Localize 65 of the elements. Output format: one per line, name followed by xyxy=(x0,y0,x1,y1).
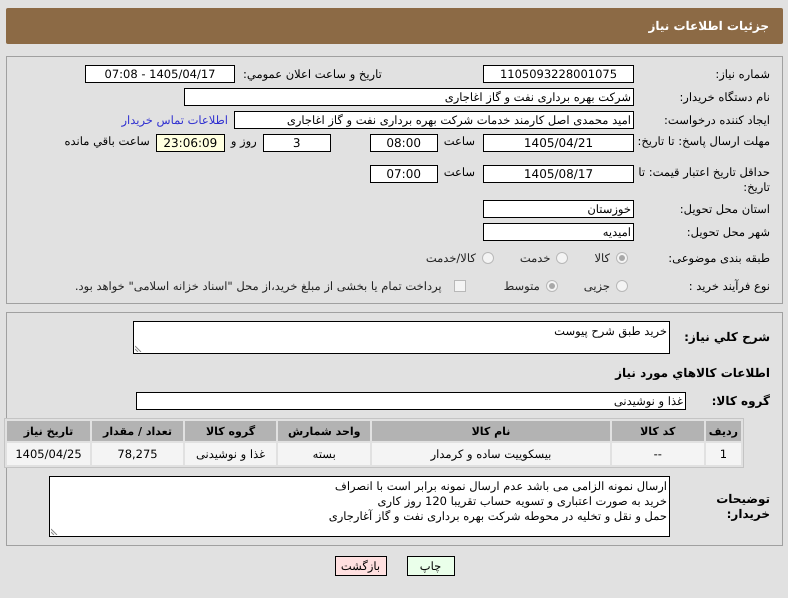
remaining-label: ساعت باقي مانده xyxy=(64,134,150,148)
radio-button[interactable] xyxy=(482,252,494,264)
table-cell: غذا و نوشیدنی xyxy=(184,443,276,465)
table-cell: 78,275 xyxy=(92,443,183,465)
column-header: نام کالا xyxy=(372,421,610,441)
field-label: حداقل تاریخ اعتبار قیمت: تا تاریخ: xyxy=(637,165,770,195)
column-header: ردیف xyxy=(706,421,741,441)
section-heading: اطلاعات کالاهاي مورد نیاز xyxy=(614,366,770,380)
radio-option[interactable]: جزیی xyxy=(584,279,628,293)
column-header: تاریخ نیاز xyxy=(7,421,90,441)
time-label: ساعت xyxy=(444,134,475,148)
field-label: شماره نیاز: xyxy=(714,66,770,82)
table-cell: بسته xyxy=(278,443,370,465)
radio-option[interactable]: کالا/خدمت xyxy=(426,251,494,265)
description-textarea[interactable]: خرید طبق شرح پیوست xyxy=(133,321,670,354)
need-number-field: 1105093228001075 xyxy=(483,65,634,83)
field-label: استان محل تحویل: xyxy=(678,202,770,216)
print-button[interactable]: چاپ xyxy=(406,556,454,576)
reply-time-field: 08:00 xyxy=(370,134,438,152)
table-cell: 1405/04/25 xyxy=(7,443,90,465)
column-header: کد کالا xyxy=(612,421,704,441)
requester-field: امید محمدی اصل کارمند خدمات شرکت بهره برداری نفت و گاز اغاجاری xyxy=(234,111,634,129)
field-label: توضیحات خریدار: xyxy=(715,492,770,522)
remaining-time-field: 23:06:09 xyxy=(156,134,225,152)
validity-date-field: 1405/08/17 xyxy=(483,165,634,183)
field-label: مهلت ارسال پاسخ: تا تاریخ: xyxy=(636,134,770,149)
field-label: شرح کلي نیاز: xyxy=(683,330,770,345)
time-label: ساعت xyxy=(444,165,475,179)
reply-date-field: 1405/04/21 xyxy=(483,134,634,152)
radio-button[interactable] xyxy=(546,280,558,292)
field-label: نام دستگاه خریدار: xyxy=(678,90,770,104)
radio-button[interactable] xyxy=(556,252,568,264)
column-header: تعداد / مقدار xyxy=(92,421,183,441)
days-field: 3 xyxy=(262,134,331,152)
field-label: شهر محل تحویل: xyxy=(686,224,770,240)
buyer-org-field: شرکت بهره برداری نفت و گاز اغاجاری xyxy=(184,88,634,106)
column-header: گروه کالا xyxy=(184,421,276,441)
resize-grip-icon[interactable] xyxy=(135,345,142,352)
page-title: جزئیات اطلاعات نیاز xyxy=(648,19,769,33)
table-cell: -- xyxy=(612,443,704,465)
field-label: طبقه بندی موضوعی: xyxy=(667,250,770,266)
field-label: ایجاد کننده درخواست: xyxy=(663,112,770,128)
radio-option[interactable]: متوسط xyxy=(504,279,558,293)
radio-option[interactable]: خدمت xyxy=(520,251,568,265)
radio-button[interactable] xyxy=(616,252,628,264)
days-label: روز و xyxy=(230,134,257,148)
field-label: نوع فرآیند خرید : xyxy=(688,278,770,294)
goods-group-field: غذا و نوشیدنی xyxy=(136,392,686,410)
radio-button[interactable] xyxy=(616,280,628,292)
checkbox[interactable] xyxy=(454,280,466,292)
resize-grip-icon[interactable] xyxy=(51,528,58,535)
treasury-checkbox-option[interactable]: پرداخت تمام یا بخشی از مبلغ خرید،از محل "اسناد خزانه اسلامی" خواهد بود. xyxy=(74,279,466,293)
province-field: خوزستان xyxy=(483,200,634,218)
table-cell: بیسکوییت ساده و کرمدار xyxy=(372,443,610,465)
buyer-notes-textarea[interactable]: ارسال نمونه الزامی می باشد عدم ارسال نمونه برابر است با انصراف خرید به صورت اعتباری و تسویه حساب تقریبا 120 روز کاری حمل و نقل و تخلیه در محوطه شرکت بهره برداری نفت و گاز آغارجاری xyxy=(49,476,670,537)
buyer-contact-link[interactable]: اطلاعات تماس خریدار xyxy=(121,113,228,127)
table-cell: 1 xyxy=(706,443,741,465)
back-button[interactable]: بازگشت xyxy=(334,556,386,576)
column-header: واحد شمارش xyxy=(278,421,370,441)
field-label: گروه کالا: xyxy=(710,394,770,408)
announce-date-field: 1405/04/17 - 07:08 xyxy=(85,65,235,83)
city-field: امیدیه xyxy=(483,223,634,241)
radio-option[interactable]: کالا xyxy=(594,251,628,265)
field-label: تاریخ و ساعت اعلان عمومي: xyxy=(242,66,383,82)
validity-time-field: 07:00 xyxy=(370,165,438,183)
